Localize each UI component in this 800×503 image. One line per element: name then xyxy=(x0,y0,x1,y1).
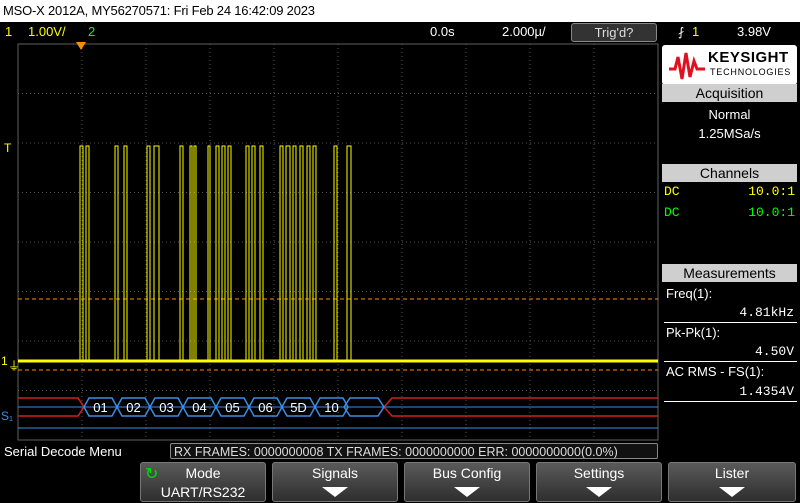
pkpk-value: 4.50V xyxy=(754,344,794,359)
submenu-arrow-icon xyxy=(586,487,612,497)
ch2-probe: 10.0:1 xyxy=(748,205,795,220)
softkey-bus-config[interactable]: Bus Config xyxy=(404,462,530,502)
freq-value: 4.81kHz xyxy=(739,305,794,320)
keysight-logo: KEYSIGHT TECHNOLOGIES xyxy=(662,45,797,85)
ch2-number[interactable]: 2 xyxy=(88,24,95,40)
waveform-svg: T 1 ⏚ S₁ 01 02 03 04 05 06 5D 10 xyxy=(1,42,659,441)
decode-packet-label: 06 xyxy=(258,400,272,415)
ch1-scale[interactable]: 1.00V/ xyxy=(28,24,66,40)
decode-packet-label: 10 xyxy=(324,400,338,415)
trigger-level[interactable]: 3.98V xyxy=(737,24,771,40)
decode-packet-label: 05 xyxy=(225,400,239,415)
measurements-header[interactable]: Measurements xyxy=(662,264,797,282)
softkey-settings-label: Settings xyxy=(573,465,625,481)
acrms-label: AC RMS - FS(1): xyxy=(666,364,765,379)
time-offset[interactable]: 0.0s xyxy=(430,24,455,40)
acquisition-mode: Normal xyxy=(708,107,751,122)
channels-header[interactable]: Channels xyxy=(662,164,797,182)
ch1-ground-marker[interactable]: 1 xyxy=(1,354,8,368)
trigger-edge-icon: ⨏ xyxy=(678,25,685,39)
softkey-mode[interactable]: ↻ Mode UART/RS232 xyxy=(140,462,266,502)
trigger-status: Trig'd? xyxy=(571,23,657,42)
graticule xyxy=(17,43,659,441)
keysight-wave-icon xyxy=(669,52,705,80)
submenu-arrow-icon xyxy=(454,487,480,497)
submenu-arrow-icon xyxy=(322,487,348,497)
freq-label: Freq(1): xyxy=(666,286,713,301)
acrms-value: 1.4354V xyxy=(739,384,794,399)
softkey-signals[interactable]: Signals xyxy=(272,462,398,502)
meas-divider xyxy=(664,361,797,362)
decode-packet-label: 5D xyxy=(290,400,307,415)
submenu-arrow-icon xyxy=(719,487,745,497)
menu-name: Serial Decode Menu xyxy=(4,444,122,459)
ch2-coupling: DC xyxy=(664,205,680,220)
logo-brand: KEYSIGHT xyxy=(708,49,789,66)
acquisition-rate: 1.25MSa/s xyxy=(698,126,761,141)
ch1-number[interactable]: 1 xyxy=(5,24,12,40)
channels-panel[interactable]: DC 10.0:1 DC 10.0:1 xyxy=(662,183,797,227)
status-bar: 1 1.00V/ 2 0.0s 2.000µ/ ⨏ 1 3.98V xyxy=(0,22,800,42)
timebase[interactable]: 2.000µ/ xyxy=(502,24,546,40)
ch1-probe: 10.0:1 xyxy=(748,184,795,199)
meas-divider xyxy=(664,401,797,402)
acquisition-header[interactable]: Acquisition xyxy=(662,84,797,102)
trigger-position-marker xyxy=(76,42,86,50)
meas-divider xyxy=(664,322,797,323)
waveform-display[interactable]: T 1 ⏚ S₁ 01 02 03 04 05 06 5D 10 xyxy=(0,42,660,442)
decode-packet-label: 03 xyxy=(159,400,173,415)
softkey-mode-value: UART/RS232 xyxy=(160,484,246,500)
softkey-lister-label: Lister xyxy=(714,465,750,481)
softkey-signals-label: Signals xyxy=(312,465,358,481)
softkey-lister[interactable]: Lister xyxy=(668,462,796,502)
window-title: MSO-X 2012A, MY56270571: Fri Feb 24 16:4… xyxy=(0,0,800,22)
decode-packet-label: 01 xyxy=(93,400,107,415)
softkey-mode-label: Mode xyxy=(185,465,221,481)
logo-subtitle: TECHNOLOGIES xyxy=(710,67,792,77)
decode-bus-label: S₁ xyxy=(1,409,13,423)
trigger-marker: T xyxy=(4,141,12,155)
ch1-coupling: DC xyxy=(664,184,680,199)
softkey-settings[interactable]: Settings xyxy=(536,462,662,502)
decode-packet-label: 02 xyxy=(126,400,140,415)
frame-counters: RX FRAMES: 0000000008 TX FRAMES: 0000000… xyxy=(170,443,658,459)
acquisition-panel[interactable]: Normal 1.25MSa/s xyxy=(662,104,797,162)
softkey-bus-config-label: Bus Config xyxy=(432,465,502,481)
trigger-source[interactable]: 1 xyxy=(692,24,699,40)
pkpk-label: Pk-Pk(1): xyxy=(666,325,721,340)
decode-packet-label: 04 xyxy=(192,400,206,415)
